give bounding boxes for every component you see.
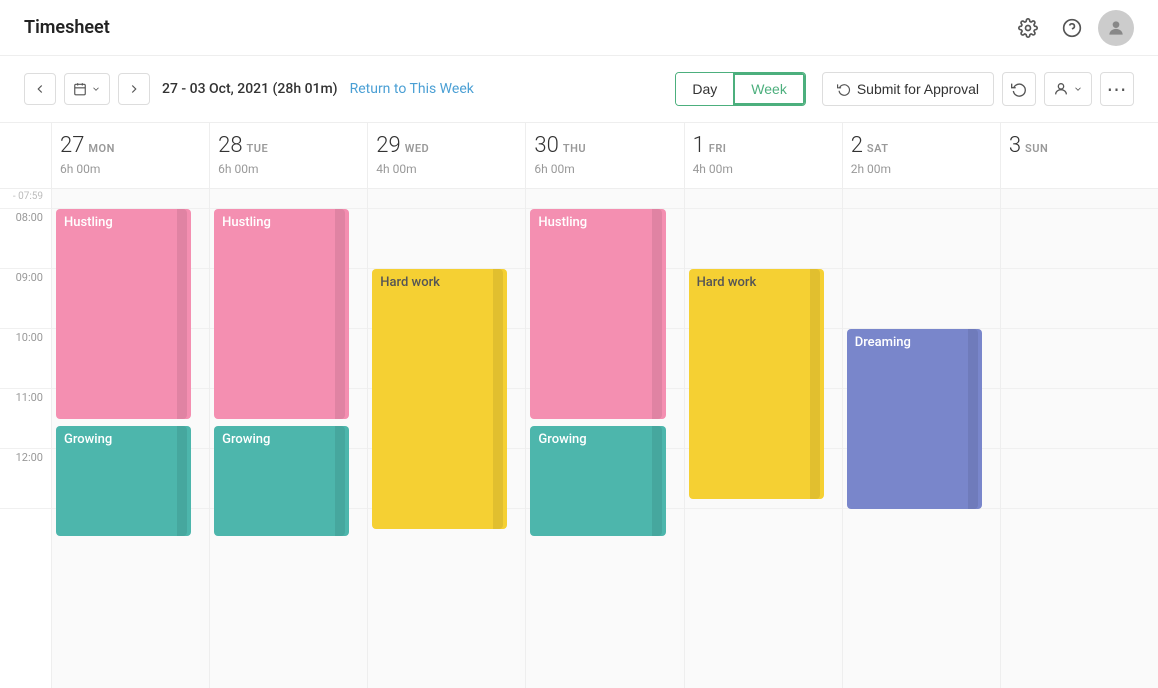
day-col-mon: 27 MON 6h 00m Hustling Growing (52, 123, 210, 688)
sync-button[interactable] (1002, 72, 1036, 106)
day-body-sun[interactable] (1001, 189, 1158, 688)
more-options-button[interactable]: ⋯ (1100, 72, 1134, 106)
day-hours-thu: 6h 00m (534, 162, 675, 176)
day-name-sun: SUN (1025, 142, 1048, 155)
day-header-sun: 3 SUN (1001, 123, 1158, 189)
day-num-tue: 28 (218, 133, 242, 158)
time-slot-1100: 11:00 (0, 389, 51, 449)
day-num-thu: 30 (534, 133, 558, 158)
day-body-fri[interactable]: Hard work (685, 189, 842, 688)
resize-handle[interactable] (968, 329, 978, 509)
day-num-fri: 1 (693, 133, 705, 158)
resize-handle[interactable] (652, 209, 662, 419)
prev-week-button[interactable] (24, 73, 56, 105)
event-hustling-mon[interactable]: Hustling (56, 209, 191, 419)
help-button[interactable] (1054, 10, 1090, 46)
day-header-thu: 30 THU 6h 00m (526, 123, 683, 189)
view-toggle: Day Week (675, 72, 805, 106)
day-hours-mon: 6h 00m (60, 162, 201, 176)
resize-handle[interactable] (652, 426, 662, 536)
resize-handle[interactable] (335, 209, 345, 419)
time-slot-1000: 10:00 (0, 329, 51, 389)
day-body-thu[interactable]: Hustling Growing (526, 189, 683, 688)
day-name-sat: SAT (867, 142, 889, 155)
time-slot-0800: 08:00 (0, 209, 51, 269)
day-header-fri: 1 FRI 4h 00m (685, 123, 842, 189)
day-name-thu: THU (563, 142, 586, 155)
calendar: - 07:59 08:00 09:00 10:00 11:00 12:00 27… (0, 123, 1158, 688)
event-growing-thu[interactable]: Growing (530, 426, 665, 536)
time-header-spacer (0, 123, 51, 189)
day-view-button[interactable]: Day (676, 73, 733, 105)
user-filter-button[interactable] (1044, 72, 1092, 106)
day-body-sat[interactable]: Dreaming (843, 189, 1000, 688)
day-col-fri: 1 FRI 4h 00m Hard work (685, 123, 843, 688)
day-num-mon: 27 (60, 133, 84, 158)
day-body-wed[interactable]: Hard work (368, 189, 525, 688)
time-column: - 07:59 08:00 09:00 10:00 11:00 12:00 (0, 123, 52, 688)
event-hustling-thu[interactable]: Hustling (530, 209, 665, 419)
event-dreaming-sat[interactable]: Dreaming (847, 329, 982, 509)
day-hours-sat: 2h 00m (851, 162, 992, 176)
day-hours-fri: 4h 00m (693, 162, 834, 176)
days-grid: 27 MON 6h 00m Hustling Growing (52, 123, 1158, 688)
resize-handle[interactable] (177, 209, 187, 419)
event-hardwork-fri[interactable]: Hard work (689, 269, 824, 499)
day-col-thu: 30 THU 6h 00m Hustling Growing (526, 123, 684, 688)
day-header-wed: 29 WED 4h 00m (368, 123, 525, 189)
time-slot-1200: 12:00 (0, 449, 51, 509)
day-col-tue: 28 TUE 6h 00m Hustling Growing (210, 123, 368, 688)
resize-handle[interactable] (810, 269, 820, 499)
header: Timesheet (0, 0, 1158, 56)
day-body-tue[interactable]: Hustling Growing (210, 189, 367, 688)
day-num-sun: 3 (1009, 133, 1021, 158)
day-header-sat: 2 SAT 2h 00m (843, 123, 1000, 189)
return-to-week-link[interactable]: Return to This Week (350, 81, 474, 97)
day-col-wed: 29 WED 4h 00m Hard work (368, 123, 526, 688)
event-growing-mon[interactable]: Growing (56, 426, 191, 536)
header-actions (1010, 10, 1134, 46)
day-hours-tue: 6h 00m (218, 162, 359, 176)
event-hustling-tue[interactable]: Hustling (214, 209, 349, 419)
resize-handle[interactable] (177, 426, 187, 536)
day-col-sat: 2 SAT 2h 00m Dreaming (843, 123, 1001, 688)
day-header-mon: 27 MON 6h 00m (52, 123, 209, 189)
day-name-tue: TUE (247, 142, 269, 155)
day-num-wed: 29 (376, 133, 400, 158)
time-slot-0900: 09:00 (0, 269, 51, 329)
day-name-fri: FRI (709, 142, 727, 155)
day-name-wed: WED (405, 142, 430, 155)
day-hours-wed: 4h 00m (376, 162, 517, 176)
day-col-sun: 3 SUN (1001, 123, 1158, 688)
settings-button[interactable] (1010, 10, 1046, 46)
day-body-mon[interactable]: Hustling Growing (52, 189, 209, 688)
page-title: Timesheet (24, 17, 110, 38)
week-view-button[interactable]: Week (733, 73, 805, 105)
day-num-sat: 2 (851, 133, 863, 158)
resize-handle[interactable] (335, 426, 345, 536)
event-hardwork-wed[interactable]: Hard work (372, 269, 507, 529)
date-range-label: 27 - 03 Oct, 2021 (28h 01m) (162, 81, 338, 97)
user-avatar-button[interactable] (1098, 10, 1134, 46)
submit-for-approval-button[interactable]: Submit for Approval (822, 72, 994, 106)
calendar-picker-button[interactable] (64, 73, 110, 105)
toolbar: 27 - 03 Oct, 2021 (28h 01m) Return to Th… (0, 56, 1158, 123)
day-header-tue: 28 TUE 6h 00m (210, 123, 367, 189)
event-growing-tue[interactable]: Growing (214, 426, 349, 536)
next-week-button[interactable] (118, 73, 150, 105)
time-slot-minus: - 07:59 (0, 189, 51, 209)
day-name-mon: MON (88, 142, 115, 155)
resize-handle[interactable] (493, 269, 503, 529)
